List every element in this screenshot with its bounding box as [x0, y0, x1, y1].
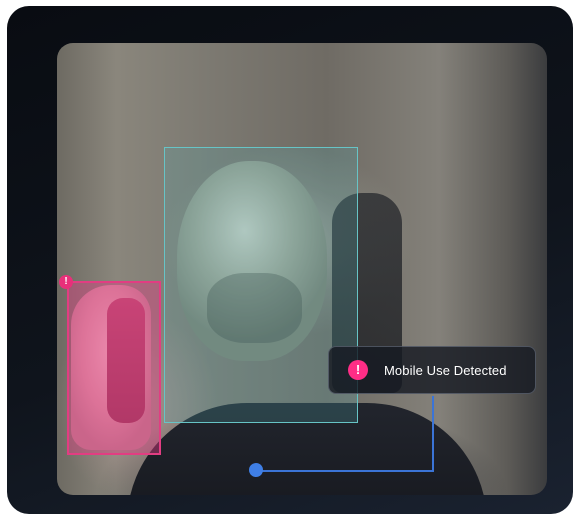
alert-connector-vertical: [432, 396, 434, 471]
exclamation-icon: !: [348, 360, 368, 380]
connector-anchor-dot: [249, 463, 263, 477]
alert-message: Mobile Use Detected: [384, 362, 507, 378]
phone-detection-box: [67, 281, 161, 455]
alert-connector-horizontal: [256, 470, 434, 472]
exclamation-icon: !: [59, 275, 73, 289]
mobile-use-alert[interactable]: ! Mobile Use Detected: [328, 346, 536, 394]
